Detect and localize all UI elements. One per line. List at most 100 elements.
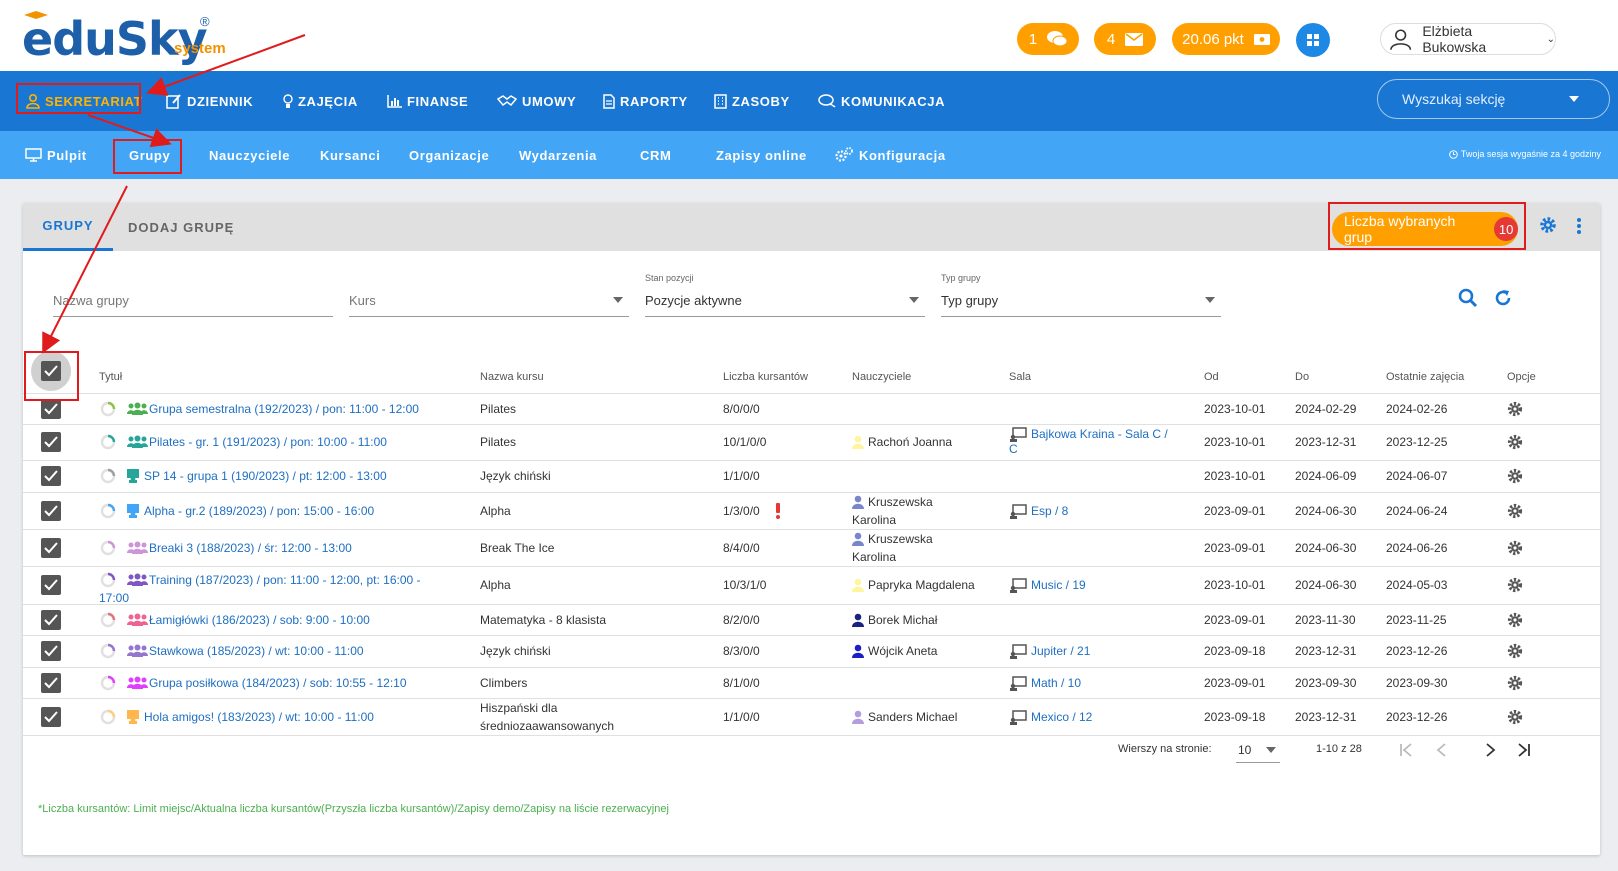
subnav-pulpit[interactable]: Pulpit xyxy=(25,131,87,179)
tab-grupy[interactable]: GRUPY xyxy=(23,203,113,251)
points-button[interactable]: 20.06 pkt xyxy=(1172,23,1280,55)
room-link[interactable]: Math / 10 xyxy=(1031,674,1081,692)
row-options-gear-icon[interactable] xyxy=(1507,643,1523,659)
group-title-link[interactable]: Alpha - gr.2 (189/2023) / pon: 15:00 - 1… xyxy=(144,502,444,520)
last-page-icon[interactable] xyxy=(1517,743,1531,757)
room-link[interactable]: Jupiter / 21 xyxy=(1031,642,1090,660)
last-class-date: 2024-05-03 xyxy=(1386,578,1448,592)
group-users-icon xyxy=(127,676,148,689)
row-options-gear-icon[interactable] xyxy=(1507,675,1523,691)
group-title-link[interactable]: Łamigłówki (186/2023) / sob: 9:00 - 10:0… xyxy=(149,611,449,629)
money-bill-icon xyxy=(1253,33,1270,45)
subnav-organizacje[interactable]: Organizacje xyxy=(409,131,489,179)
course-filter[interactable]: Kurs xyxy=(349,273,629,317)
row-checkbox[interactable] xyxy=(41,609,61,630)
row-checkbox[interactable] xyxy=(41,706,61,727)
row-options-gear-icon[interactable] xyxy=(1507,709,1523,725)
row-checkbox[interactable] xyxy=(41,466,61,486)
row-options-gear-icon[interactable] xyxy=(1507,468,1523,484)
group-title-link[interactable]: Training (187/2023) / pon: 11:00 - 12:00… xyxy=(149,571,449,589)
col-header-students[interactable]: Liczba kursantów xyxy=(723,371,808,383)
apps-grid-button[interactable] xyxy=(1296,23,1330,57)
nav-dziennik[interactable]: DZIENNIK xyxy=(166,71,253,131)
room-link[interactable]: Music / 19 xyxy=(1031,576,1086,594)
row-checkbox[interactable] xyxy=(41,500,61,521)
subnav-zapisy-online[interactable]: Zapisy online xyxy=(716,131,807,179)
col-header-course[interactable]: Nazwa kursu xyxy=(480,371,544,383)
subnav-crm[interactable]: CRM xyxy=(640,131,671,179)
subnav-kursanci[interactable]: Kursanci xyxy=(320,131,380,179)
teacher-name: Rachoń Joanna xyxy=(868,435,953,449)
group-users-icon xyxy=(127,402,148,415)
row-options-gear-icon[interactable] xyxy=(1507,577,1523,593)
course-name: Climbers xyxy=(480,675,528,690)
room-link[interactable]: Bajkowa Kraina - Sala C / xyxy=(1031,425,1168,443)
next-page-icon[interactable] xyxy=(1483,743,1497,757)
state-filter[interactable]: Stan pozycji Pozycje aktywne xyxy=(645,273,925,317)
date-to: 2023-12-31 xyxy=(1295,709,1357,724)
col-header-title[interactable]: Tytuł xyxy=(99,371,122,383)
group-title-link[interactable]: Grupa semestralna (192/2023) / pon: 11:0… xyxy=(149,400,449,418)
subnav-konfiguracja[interactable]: Konfiguracja xyxy=(834,131,946,179)
nav-zajecia[interactable]: ZAJĘCIA xyxy=(283,71,358,131)
search-icon[interactable] xyxy=(1458,288,1478,308)
group-type-filter[interactable]: Typ grupy Typ grupy xyxy=(941,273,1221,317)
course-name: Pilates xyxy=(480,435,517,449)
date-to: 2023-12-31 xyxy=(1295,435,1357,449)
row-options-gear-icon[interactable] xyxy=(1507,612,1523,628)
row-checkbox[interactable] xyxy=(41,672,61,693)
col-header-last-class[interactable]: Ostatnie zajęcia xyxy=(1386,371,1464,383)
row-options-gear-icon[interactable] xyxy=(1507,540,1523,556)
row-checkbox[interactable] xyxy=(41,537,61,558)
room-link[interactable]: Mexico / 12 xyxy=(1031,708,1092,726)
tab-dodaj-grupe[interactable]: DODAJ GRUPĘ xyxy=(128,203,234,251)
messages-counter-button[interactable]: 4 xyxy=(1094,23,1156,55)
row-options-gear-icon[interactable] xyxy=(1507,503,1523,519)
group-title-link[interactable]: Grupa posiłkowa (184/2023) / sob: 10:55 … xyxy=(149,674,449,692)
group-title-link[interactable]: Stawkowa (185/2023) / wt: 10:00 - 11:00 xyxy=(149,642,449,660)
subnav-wydarzenia[interactable]: Wydarzenia xyxy=(519,131,597,179)
room-link[interactable]: Esp / 8 xyxy=(1031,502,1068,520)
refresh-icon[interactable] xyxy=(1493,288,1513,308)
course-name: Alpha xyxy=(480,503,511,518)
row-checkbox[interactable] xyxy=(41,432,61,452)
page-range: 1-10 z 28 xyxy=(1316,743,1362,755)
room-link-continued[interactable]: C xyxy=(1009,440,1018,458)
subnav-nauczyciele[interactable]: Nauczyciele xyxy=(209,131,290,179)
chevron-down-icon: ⌄ xyxy=(1546,33,1555,45)
nav-zasoby[interactable]: ZASOBY xyxy=(714,71,790,131)
teacher-avatar-icon xyxy=(852,495,864,509)
nav-umowy[interactable]: UMOWY xyxy=(497,71,576,131)
col-header-to[interactable]: Do xyxy=(1295,371,1309,383)
edusky-logo[interactable]: eduSky ® system xyxy=(22,6,262,66)
progress-ring-icon xyxy=(100,643,116,659)
handshake-icon xyxy=(497,95,517,107)
row-checkbox[interactable] xyxy=(41,575,61,595)
subnav-label: Pulpit xyxy=(47,147,87,163)
row-checkbox[interactable] xyxy=(41,641,61,661)
chat-counter-button[interactable]: 1 xyxy=(1017,23,1079,55)
first-page-icon[interactable] xyxy=(1399,743,1413,757)
section-search-select[interactable]: Wyszukaj sekcję xyxy=(1377,79,1610,119)
group-name-filter[interactable]: Nazwa grupy xyxy=(53,273,333,317)
group-title-link[interactable]: Pilates - gr. 1 (191/2023) / pon: 10:00 … xyxy=(149,433,449,451)
course-name-continued: średniozaawansowanych xyxy=(480,719,615,733)
col-header-from[interactable]: Od xyxy=(1204,371,1219,383)
nav-raporty[interactable]: RAPORTY xyxy=(603,71,688,131)
settings-gear-icon[interactable] xyxy=(1539,216,1557,234)
col-header-room[interactable]: Sala xyxy=(1009,371,1031,383)
row-options-gear-icon[interactable] xyxy=(1507,434,1523,450)
row-checkbox[interactable] xyxy=(41,398,61,419)
prev-page-icon[interactable] xyxy=(1435,743,1449,757)
user-menu[interactable]: Elżbieta Bukowska ⌄ xyxy=(1380,23,1556,55)
checkmark-icon xyxy=(44,710,58,722)
rows-per-page-select[interactable]: 10 xyxy=(1236,735,1280,763)
group-title-link[interactable]: Hola amigos! (183/2023) / wt: 10:00 - 11… xyxy=(144,708,444,726)
more-vertical-icon[interactable] xyxy=(1576,217,1582,235)
row-options-gear-icon[interactable] xyxy=(1507,401,1523,417)
col-header-teachers[interactable]: Nauczyciele xyxy=(852,371,911,383)
nav-finanse[interactable]: FINANSE xyxy=(387,71,468,131)
group-title-link[interactable]: Breaki 3 (188/2023) / śr: 12:00 - 13:00 xyxy=(149,539,449,557)
nav-komunikacja[interactable]: KOMUNIKACJA xyxy=(818,71,945,131)
group-title-link[interactable]: SP 14 - grupa 1 (190/2023) / pt: 12:00 -… xyxy=(144,467,444,485)
